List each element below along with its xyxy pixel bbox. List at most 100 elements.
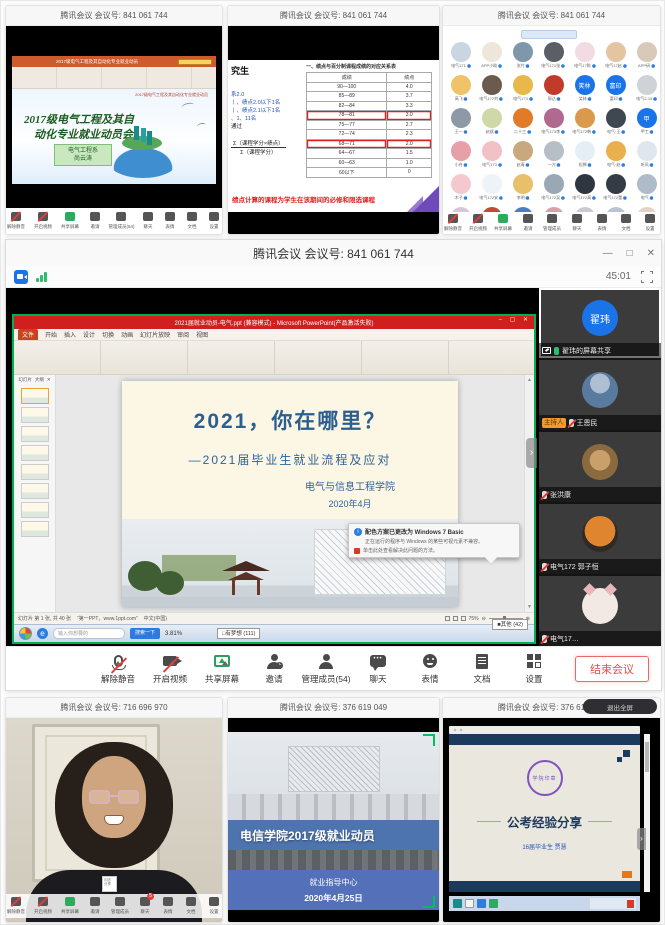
mini-toolbar-item[interactable]: 邀请: [518, 214, 537, 232]
participant-cell[interactable]: 郭达: [540, 75, 567, 102]
taskbar-app-icon[interactable]: [453, 899, 462, 908]
participant-cell[interactable]: 笑林笑林: [571, 75, 598, 102]
fullscreen-icon[interactable]: [641, 271, 653, 283]
mini-toolbar-item[interactable]: 设置: [207, 212, 222, 230]
participant-cell[interactable]: 高飞: [447, 75, 474, 102]
zoom-out-icon[interactable]: ⊖: [482, 616, 486, 622]
mini-toolbar-item[interactable]: 聊天: [140, 212, 155, 230]
participant-cell[interactable]: 小舟: [447, 141, 474, 168]
mini-toolbar-item[interactable]: 解除静音: [6, 897, 26, 915]
participant-cell[interactable]: 电气: [633, 174, 660, 201]
search-box[interactable]: [178, 59, 212, 65]
ribbon-tab-7[interactable]: 幻灯片放映: [140, 330, 170, 339]
slide-thumbnail[interactable]: [21, 521, 49, 537]
mini-toolbar-item[interactable]: 设置: [206, 897, 222, 915]
mini-toolbar-item[interactable]: 管理成员: [542, 214, 562, 232]
mini-toolbar-item[interactable]: 解除静音: [6, 212, 26, 230]
mini-toolbar-item[interactable]: 共享屏幕: [60, 212, 80, 230]
participant-tile[interactable]: 电气17…: [539, 576, 661, 646]
slide-thumbnail[interactable]: [21, 464, 49, 480]
tray-icon[interactable]: [627, 900, 634, 908]
thumbnail-list[interactable]: [21, 385, 49, 537]
participant-cell[interactable]: 王一: [447, 108, 474, 135]
ppt-titlebar[interactable]: 2021届就业动员-电气.ppt (兼容模式) - Microsoft Powe…: [14, 316, 534, 329]
participant-cell[interactable]: 富印富印: [602, 75, 629, 102]
participant-cell[interactable]: 电气172刘: [478, 75, 505, 102]
chevron-right-icon[interactable]: ›: [637, 828, 646, 850]
ribbon-tab-6[interactable]: 动画: [121, 330, 133, 339]
taskbar-app-icon[interactable]: [477, 899, 486, 908]
toolbar-mic-button[interactable]: 解除静音: [92, 653, 144, 685]
participant-cell[interactable]: 电气171: [447, 42, 474, 69]
mini-toolbar-item[interactable]: 文档: [616, 214, 635, 232]
slide-thumbnails-pane[interactable]: 幻灯片 大纲 ✕: [14, 375, 56, 612]
participant-cell[interactable]: 电气172韩: [571, 108, 598, 135]
mini-toolbar-item[interactable]: 共享屏幕: [493, 214, 513, 232]
participant-cell[interactable]: 电气17赵: [602, 42, 629, 69]
windows-notification[interactable]: i配色方案已更改为 Windows 7 Basic 正在运行的程序与 Windo…: [348, 523, 520, 558]
search-button[interactable]: 搜索一下: [130, 628, 160, 639]
participant-tile[interactable]: 电气172 郭子恒: [539, 504, 661, 574]
slide-thumbnail[interactable]: [21, 426, 49, 442]
participant-cell[interactable]: 一方: [540, 141, 567, 168]
slide-thumbnail[interactable]: [21, 388, 49, 404]
participant-cell[interactable]: 赵斌: [478, 108, 505, 135]
tab-outline[interactable]: 大纲: [35, 377, 44, 383]
maximize-button[interactable]: □: [627, 248, 633, 259]
slide-thumbnail[interactable]: [21, 502, 49, 518]
toolbar-set-button[interactable]: 设置: [508, 653, 560, 685]
mini-toolbar-item[interactable]: 管理成员: [110, 897, 130, 915]
participant-cell[interactable]: 李明: [509, 174, 536, 201]
mini-toolbar-item[interactable]: 开启视频: [33, 897, 53, 915]
taskbar-app-icon[interactable]: [489, 899, 498, 908]
ribbon-tab-3[interactable]: 插入: [64, 330, 76, 339]
mini-toolbar-item[interactable]: 表情: [592, 214, 611, 232]
ribbon-tab-9[interactable]: 视图: [196, 330, 208, 339]
search-input[interactable]: 输入你想要的: [53, 628, 125, 639]
participant-tile[interactable]: 主持人 王恩民: [539, 360, 661, 430]
participant-cell[interactable]: 电气172高: [571, 174, 598, 201]
mini-toolbar-item[interactable]: 开启视频: [468, 214, 488, 232]
participant-cell[interactable]: 张竹: [509, 42, 536, 69]
participant-cell[interactable]: 电气·赵: [602, 141, 629, 168]
participant-cell[interactable]: 听风: [633, 141, 660, 168]
participant-cell[interactable]: 电气172安: [478, 174, 505, 201]
mini-toolbar-item[interactable]: 设置: [641, 214, 660, 232]
toolbar-chat-button[interactable]: 聊天: [352, 653, 404, 685]
taskbar-app-icon[interactable]: [465, 899, 474, 908]
browser-icon[interactable]: e: [37, 628, 48, 639]
participant-tile[interactable]: 张洪康: [539, 432, 661, 502]
slide-thumbnail[interactable]: [21, 445, 49, 461]
thumbnail-tabs[interactable]: 幻灯片 大纲 ✕: [18, 375, 50, 385]
participant-cell[interactable]: 电气171张: [540, 42, 567, 69]
main-titlebar[interactable]: 腾讯会议 会议号: 841 061 744 — □ ✕: [6, 240, 661, 266]
slide-thumbnail[interactable]: [21, 407, 49, 423]
toolbar-emo-button[interactable]: 表情: [404, 653, 456, 685]
chevron-right-icon[interactable]: ›: [526, 438, 537, 468]
toolbar-scr-button[interactable]: 共享屏幕: [196, 653, 248, 685]
ppt-ribbon[interactable]: [12, 67, 216, 89]
mini-toolbar-item[interactable]: 表情: [162, 212, 177, 230]
participant-cell[interactable]: 赵青: [509, 141, 536, 168]
participant-cell[interactable]: 电气173: [509, 75, 536, 102]
scrollbar[interactable]: [644, 734, 650, 892]
toolbar-inv-button[interactable]: +邀请: [248, 653, 300, 685]
participant-cell[interactable]: 电气173李: [540, 108, 567, 135]
participant-cell[interactable]: 电气173: [478, 141, 505, 168]
participant-cell[interactable]: 二十三: [509, 108, 536, 135]
mini-toolbar-item[interactable]: 开启视频: [33, 212, 53, 230]
toolbar-doc-button[interactable]: 文档: [456, 653, 508, 685]
mini-toolbar-item[interactable]: 共享屏幕: [60, 897, 80, 915]
participant-cell[interactable]: 电气·王: [602, 108, 629, 135]
mini-toolbar-item[interactable]: 管理成员(54): [109, 212, 133, 230]
participant-cell[interactable]: 电气172董: [602, 174, 629, 201]
ribbon-tab-8[interactable]: 审阅: [177, 330, 189, 339]
meeting-security-icon[interactable]: [14, 270, 28, 284]
scrollbar[interactable]: ▲▼: [524, 375, 534, 612]
ribbon-tab-1[interactable]: 文件: [18, 329, 38, 340]
network-signal-icon[interactable]: [36, 271, 47, 282]
exit-fullscreen-button[interactable]: 退出全屏: [583, 699, 657, 714]
participant-cell[interactable]: 电气17陈: [571, 42, 598, 69]
close-icon[interactable]: ✕: [47, 377, 51, 383]
mini-toolbar-item[interactable]: 聊天: [137, 897, 153, 915]
